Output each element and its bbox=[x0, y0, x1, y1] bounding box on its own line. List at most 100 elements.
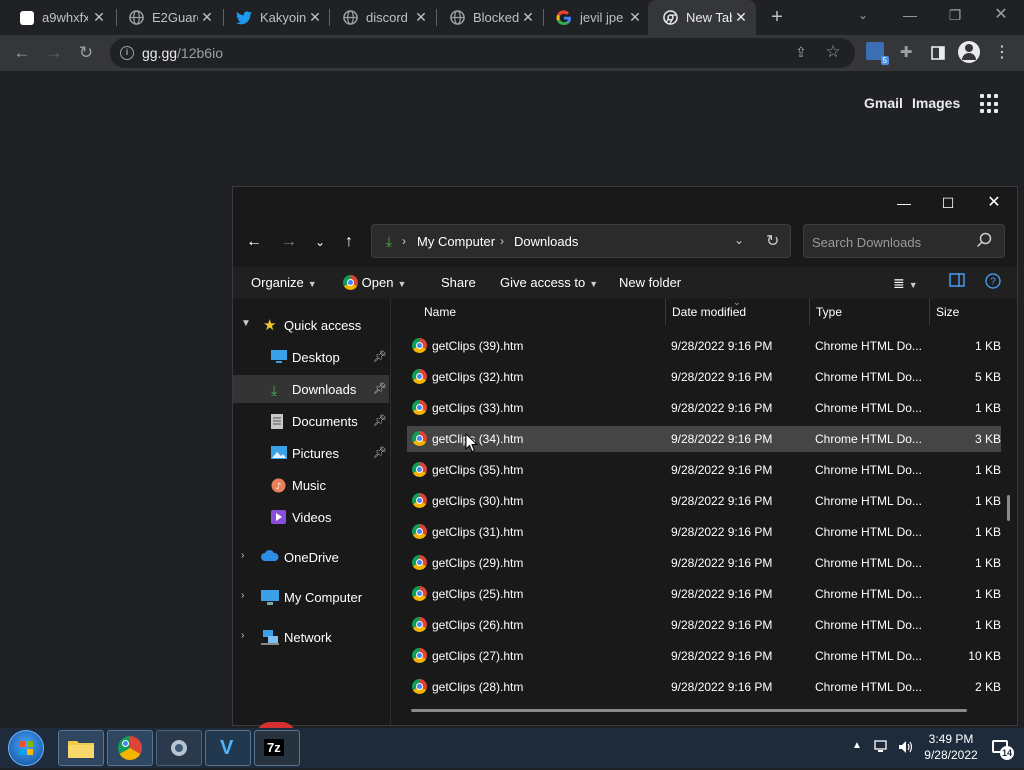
site-info-icon[interactable]: i bbox=[120, 46, 134, 60]
extensions-puzzle-icon[interactable]: ✚ bbox=[894, 41, 918, 65]
column-size[interactable]: Size bbox=[936, 305, 959, 319]
address-dropdown-icon[interactable]: ⌄ bbox=[734, 233, 744, 247]
restore-icon[interactable]: ❐ bbox=[941, 4, 969, 26]
nav-documents[interactable]: Documents 📌︎ bbox=[233, 407, 389, 435]
preview-pane-icon[interactable] bbox=[949, 273, 965, 290]
side-panel-icon[interactable] bbox=[926, 41, 950, 65]
volume-icon[interactable] bbox=[898, 740, 914, 757]
forward-arrow-icon[interactable]: → bbox=[42, 41, 66, 65]
close-tab-icon[interactable]: ✕ bbox=[628, 10, 642, 24]
column-date-modified[interactable]: Date modified bbox=[672, 305, 746, 319]
system-clock[interactable]: 3:49 PM 9/28/2022 bbox=[920, 731, 982, 763]
taskbar-7zip[interactable]: 7z bbox=[254, 730, 300, 766]
explorer-address-bar[interactable]: ⤓ › My Computer › Downloads ⌄ ↻ bbox=[371, 224, 791, 258]
extension-icon[interactable]: 5 bbox=[866, 42, 889, 65]
file-row[interactable]: getClips (32).htm 9/28/2022 9:16 PM Chrome… bbox=[407, 364, 1001, 390]
back-arrow-icon[interactable]: ← bbox=[10, 41, 34, 65]
collapsed-chevron-icon[interactable]: › bbox=[241, 590, 244, 601]
file-row[interactable]: getClips (31).htm 9/28/2022 9:16 PM Chrome… bbox=[407, 519, 1001, 545]
close-tab-icon[interactable]: ✕ bbox=[308, 10, 322, 24]
breadcrumb-chevron-icon[interactable]: › bbox=[500, 234, 504, 248]
refresh-icon[interactable]: ↻ bbox=[766, 231, 779, 251]
tab-search-icon[interactable]: ⌄ bbox=[854, 8, 872, 26]
open-button[interactable]: Open ▼ bbox=[343, 275, 406, 290]
taskbar-chrome[interactable] bbox=[107, 730, 153, 766]
browser-tab[interactable]: discord ✕ bbox=[328, 0, 436, 35]
pin-icon[interactable]: 📌︎ bbox=[373, 414, 387, 427]
file-row[interactable]: getClips (35).htm 9/28/2022 9:16 PM Chrome… bbox=[407, 457, 1001, 483]
recent-locations-chevron-icon[interactable]: ⌄ bbox=[309, 231, 331, 253]
breadcrumb-chevron-icon[interactable]: › bbox=[402, 234, 406, 248]
start-button[interactable] bbox=[8, 730, 44, 766]
share-button[interactable]: Share bbox=[441, 275, 476, 290]
file-row[interactable]: getClips (39).htm 9/28/2022 9:16 PM Chrome… bbox=[407, 333, 1001, 359]
close-tab-icon[interactable]: ✕ bbox=[734, 10, 748, 24]
file-row[interactable]: getClips (28).htm 9/28/2022 9:16 PM Chrome… bbox=[407, 674, 1001, 700]
network-status-icon[interactable] bbox=[874, 740, 890, 757]
breadcrumb-my-computer[interactable]: My Computer bbox=[417, 234, 495, 249]
nav-downloads[interactable]: ⤓ Downloads 📌︎ bbox=[233, 375, 389, 403]
horizontal-scrollbar[interactable] bbox=[411, 709, 967, 712]
file-row[interactable]: getClips (30).htm 9/28/2022 9:16 PM Chrome… bbox=[407, 488, 1001, 514]
nav-quick-access[interactable]: ▼ ★ Quick access bbox=[233, 311, 389, 339]
give-access-button[interactable]: Give access to ▼ bbox=[500, 275, 598, 290]
close-tab-icon[interactable]: ✕ bbox=[200, 10, 214, 24]
browser-tab[interactable]: Blocked ✕ bbox=[435, 0, 543, 35]
view-options-icon[interactable]: ≣ ▼ bbox=[893, 275, 918, 292]
pin-icon[interactable]: 📌︎ bbox=[373, 382, 387, 395]
collapsed-chevron-icon[interactable]: › bbox=[241, 630, 244, 641]
file-row[interactable]: getClips (33).htm 9/28/2022 9:16 PM Chrome… bbox=[407, 395, 1001, 421]
collapsed-chevron-icon[interactable]: › bbox=[241, 550, 244, 561]
file-row[interactable]: getClips (27).htm 9/28/2022 9:16 PM Chrome… bbox=[407, 643, 1001, 669]
taskbar-v-app[interactable]: V bbox=[205, 730, 251, 766]
minimize-icon[interactable]: — bbox=[889, 191, 919, 215]
pin-icon[interactable]: 📌︎ bbox=[373, 350, 387, 363]
search-input[interactable] bbox=[812, 233, 972, 251]
nav-pictures[interactable]: Pictures 📌︎ bbox=[233, 439, 389, 467]
profile-avatar[interactable] bbox=[958, 41, 980, 63]
nav-music[interactable]: ♪ Music bbox=[233, 471, 389, 499]
browser-tab[interactable]: jevil jpe ✕ bbox=[542, 0, 650, 35]
browser-tab[interactable]: a9whxfx ✕ bbox=[6, 0, 114, 35]
column-type[interactable]: Type bbox=[816, 305, 842, 319]
new-folder-button[interactable]: New folder bbox=[619, 275, 681, 290]
nav-videos[interactable]: Videos bbox=[233, 503, 389, 531]
close-icon[interactable]: ✕ bbox=[979, 191, 1009, 215]
search-box[interactable] bbox=[803, 224, 1005, 258]
browser-tab[interactable]: Kakyoin ✕ bbox=[222, 0, 330, 35]
browser-tab-active[interactable]: New Tab ✕ bbox=[648, 0, 756, 35]
close-icon[interactable]: ✕ bbox=[987, 4, 1015, 26]
nav-my-computer[interactable]: › My Computer bbox=[233, 583, 389, 611]
maximize-icon[interactable]: ☐ bbox=[933, 191, 963, 215]
address-bar[interactable]: i gg.gg/12b6io ⇪ ☆ bbox=[110, 38, 855, 68]
file-row[interactable]: getClips (25).htm 9/28/2022 9:16 PM Chrome… bbox=[407, 581, 1001, 607]
expanded-chevron-icon[interactable]: ▼ bbox=[241, 318, 251, 329]
file-row[interactable]: getClips (26).htm 9/28/2022 9:16 PM Chrome… bbox=[407, 612, 1001, 638]
browser-tab[interactable]: E2Guard ✕ bbox=[114, 0, 222, 35]
images-link[interactable]: Images bbox=[912, 95, 960, 111]
share-icon[interactable]: ⇪ bbox=[792, 44, 810, 62]
close-tab-icon[interactable]: ✕ bbox=[414, 10, 428, 24]
vertical-scrollbar[interactable] bbox=[1007, 495, 1010, 521]
close-tab-icon[interactable]: ✕ bbox=[92, 10, 106, 24]
search-icon[interactable] bbox=[976, 232, 994, 250]
bookmark-star-icon[interactable]: ☆ bbox=[824, 42, 842, 62]
reload-icon[interactable]: ↻ bbox=[74, 41, 98, 65]
notification-center-icon[interactable]: 14 bbox=[990, 738, 1016, 760]
minimize-icon[interactable]: — bbox=[896, 4, 924, 26]
taskbar-file-explorer[interactable] bbox=[58, 730, 104, 766]
column-name[interactable]: Name bbox=[424, 305, 456, 319]
back-arrow-icon[interactable]: ← bbox=[243, 231, 265, 253]
show-hidden-icons-chevron[interactable]: ▲ bbox=[852, 740, 862, 751]
forward-arrow-icon[interactable]: → bbox=[278, 231, 300, 253]
taskbar-settings-gear[interactable] bbox=[156, 730, 202, 766]
google-apps-icon[interactable] bbox=[980, 94, 1000, 114]
gmail-link[interactable]: Gmail bbox=[864, 95, 903, 111]
new-tab-button[interactable]: + bbox=[766, 7, 788, 29]
nav-onedrive[interactable]: › OneDrive bbox=[233, 543, 389, 571]
kebab-menu-icon[interactable]: ⋮ bbox=[990, 41, 1014, 65]
breadcrumb-downloads[interactable]: Downloads bbox=[514, 234, 578, 249]
pin-icon[interactable]: 📌︎ bbox=[373, 446, 387, 459]
file-row[interactable]: getClips (29).htm 9/28/2022 9:16 PM Chrome… bbox=[407, 550, 1001, 576]
file-row[interactable]: getClips (34).htm 9/28/2022 9:16 PM Chrome… bbox=[407, 426, 1001, 452]
